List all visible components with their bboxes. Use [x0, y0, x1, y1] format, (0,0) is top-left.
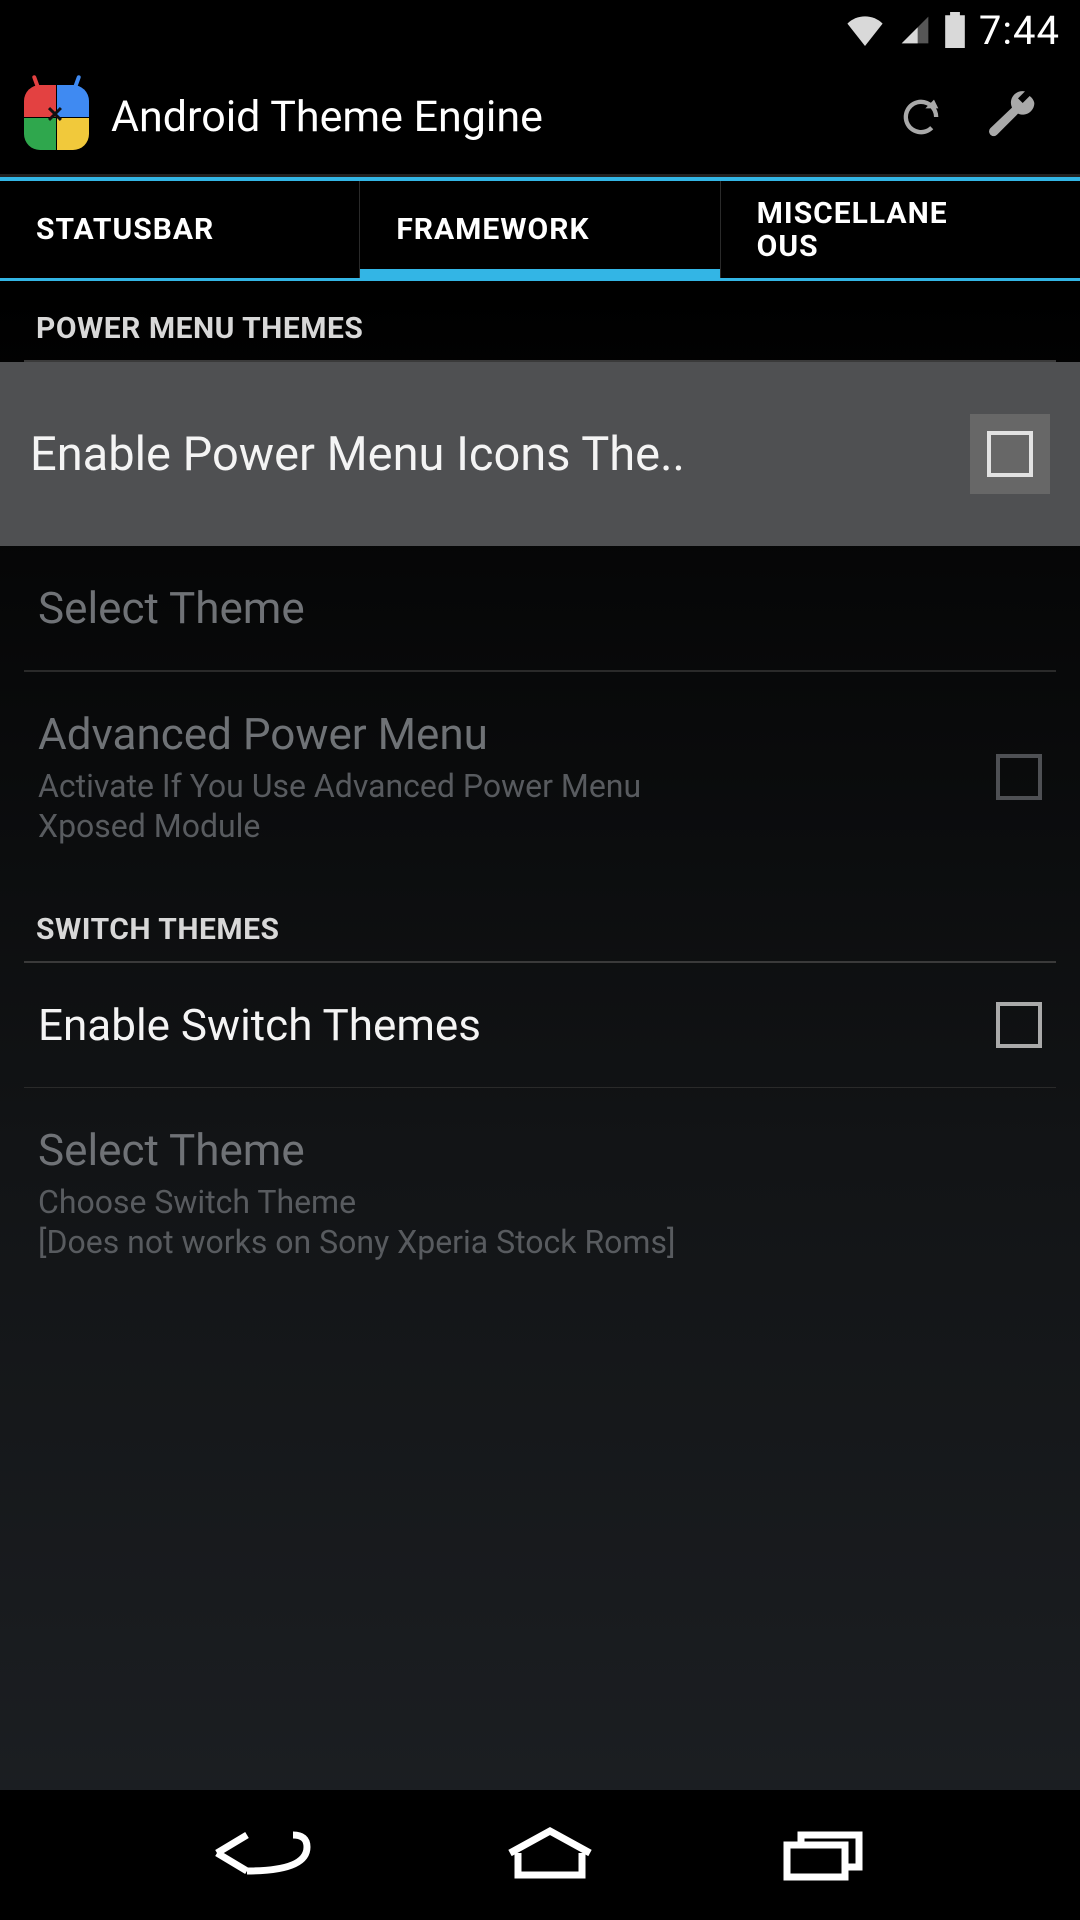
- tab-label: STATUSBAR: [36, 213, 214, 246]
- settings-content[interactable]: POWER MENU THEMES Enable Power Menu Icon…: [0, 281, 1080, 1790]
- status-clock: 7:44: [979, 7, 1060, 54]
- pref-advanced-power-menu[interactable]: Advanced Power Menu Activate If You Use …: [24, 672, 1056, 882]
- pref-enable-switch-themes[interactable]: Enable Switch Themes: [24, 963, 1056, 1088]
- checkbox-box-icon: [987, 431, 1033, 477]
- checkbox-enable-switch-themes[interactable]: [996, 1002, 1042, 1048]
- signal-icon: [899, 14, 931, 46]
- pref-enable-power-menu-icons[interactable]: Enable Power Menu Icons The..: [0, 362, 1080, 546]
- tab-statusbar[interactable]: STATUSBAR: [0, 181, 360, 278]
- tab-label: MISCELLANEOUS: [757, 197, 967, 263]
- refresh-button[interactable]: [876, 91, 966, 143]
- pref-title: Enable Power Menu Icons The..: [30, 427, 946, 482]
- app-icon: ✕: [24, 85, 89, 150]
- checkbox-advanced-power-menu[interactable]: [996, 754, 1042, 800]
- pref-select-power-menu-theme[interactable]: Select Theme: [24, 546, 1056, 672]
- pref-title: Enable Switch Themes: [38, 999, 972, 1051]
- section-header-power-menu: POWER MENU THEMES: [24, 281, 1056, 362]
- spacer: [24, 1298, 1056, 1418]
- pref-summary: Activate If You Use Advanced Power Menu …: [38, 766, 658, 846]
- wrench-button[interactable]: [966, 89, 1056, 145]
- action-bar: ✕ Android Theme Engine: [0, 60, 1080, 177]
- pref-select-switch-theme[interactable]: Select Theme Choose Switch Theme [Does n…: [24, 1088, 1056, 1298]
- battery-icon: [945, 12, 965, 48]
- tab-label: FRAMEWORK: [396, 213, 589, 246]
- tab-bar: STATUSBAR FRAMEWORK MISCELLANEOUS: [0, 181, 1080, 281]
- pref-summary: Choose Switch Theme [Does not works on S…: [38, 1182, 1042, 1262]
- navigation-bar: [0, 1790, 1080, 1920]
- recent-apps-button[interactable]: [773, 1823, 873, 1887]
- pref-title: Advanced Power Menu: [38, 708, 972, 760]
- back-button[interactable]: [207, 1823, 327, 1887]
- pref-title: Select Theme: [38, 582, 1042, 634]
- home-button[interactable]: [500, 1823, 600, 1887]
- section-header-switch-themes: SWITCH THEMES: [24, 882, 1056, 963]
- status-bar: 7:44: [0, 0, 1080, 60]
- tab-miscellaneous[interactable]: MISCELLANEOUS: [721, 181, 1080, 278]
- wifi-icon: [845, 14, 885, 46]
- tab-framework[interactable]: FRAMEWORK: [360, 181, 720, 278]
- pref-title: Select Theme: [38, 1124, 1042, 1176]
- checkbox-enable-power-menu[interactable]: [970, 414, 1050, 494]
- app-title: Android Theme Engine: [111, 92, 876, 142]
